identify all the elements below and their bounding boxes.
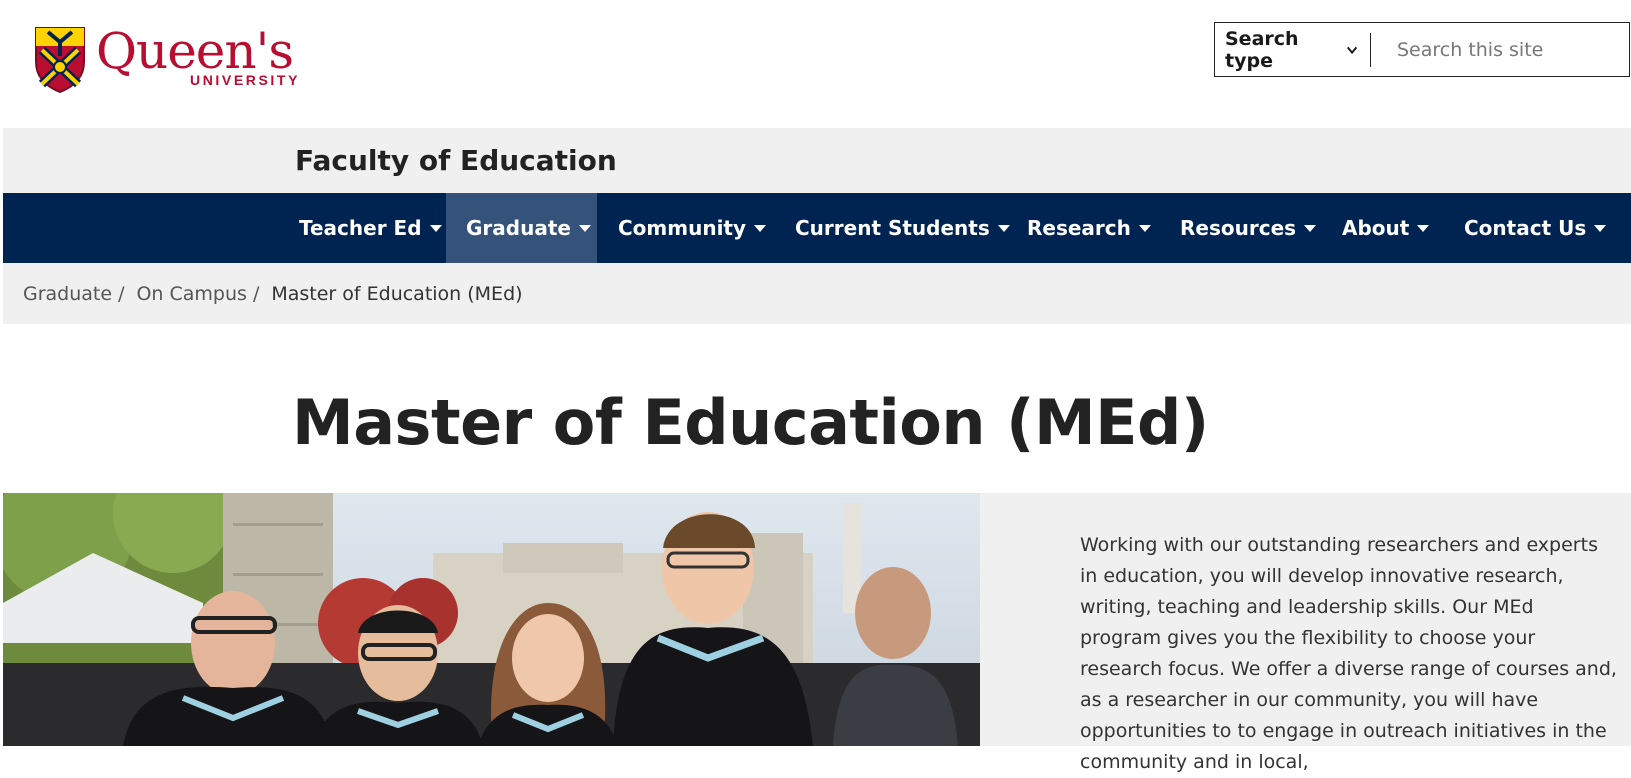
crest-icon bbox=[35, 27, 85, 94]
faculty-title[interactable]: Faculty of Education bbox=[295, 144, 617, 177]
breadcrumb-separator: / bbox=[118, 282, 125, 305]
breadcrumb-current: Master of Education (MEd) bbox=[271, 282, 523, 305]
queens-logo[interactable]: Queen's UNIVERSITY bbox=[34, 24, 300, 94]
breadcrumb-separator: / bbox=[252, 282, 260, 305]
hero-intro-text: Working with our outstanding researchers… bbox=[1080, 534, 1617, 773]
logo-name: Queen's bbox=[96, 22, 294, 80]
caret-down-icon bbox=[1138, 224, 1151, 232]
site-search: Search type bbox=[1214, 22, 1630, 77]
nav-item-label: Current Students bbox=[795, 216, 990, 240]
hero-photo bbox=[3, 493, 980, 746]
nav-item-current-students[interactable]: Current Students bbox=[777, 193, 1028, 263]
search-type-dropdown[interactable]: Search type bbox=[1215, 28, 1371, 72]
nav-item-label: Contact Us bbox=[1464, 216, 1587, 240]
wordmark: Queen's UNIVERSITY bbox=[96, 24, 300, 88]
nav-item-about[interactable]: About bbox=[1324, 193, 1447, 263]
nav-item-label: Resources bbox=[1180, 216, 1297, 240]
nav-item-label: Teacher Ed bbox=[299, 216, 422, 240]
nav-item-teacher-ed[interactable]: Teacher Ed bbox=[281, 193, 460, 263]
graduates-photo bbox=[3, 493, 980, 746]
caret-down-icon bbox=[1417, 224, 1430, 232]
nav-item-resources[interactable]: Resources bbox=[1162, 193, 1334, 263]
nav-item-label: Graduate bbox=[466, 216, 571, 240]
caret-down-icon bbox=[997, 224, 1010, 232]
search-type-label: Search type bbox=[1225, 27, 1299, 72]
caret-down-icon bbox=[754, 224, 767, 232]
caret-down-icon bbox=[578, 224, 591, 232]
breadcrumb-link-graduate[interactable]: Graduate bbox=[23, 283, 112, 305]
nav-item-graduate[interactable]: Graduate bbox=[446, 193, 597, 263]
nav-item-research[interactable]: Research bbox=[1009, 193, 1169, 263]
nav-item-contact-us[interactable]: Contact Us bbox=[1446, 193, 1624, 263]
main-nav: Teacher Ed Graduate Community Current St… bbox=[3, 193, 1631, 263]
nav-item-label: About bbox=[1342, 216, 1410, 240]
nav-item-community[interactable]: Community bbox=[600, 193, 784, 263]
faculty-band: Faculty of Education bbox=[3, 128, 1631, 193]
search-input[interactable] bbox=[1371, 37, 1629, 62]
chevron-down-icon bbox=[1346, 46, 1358, 54]
breadcrumb: Graduate / On Campus / Master of Educati… bbox=[3, 263, 1631, 324]
caret-down-icon bbox=[1594, 224, 1607, 232]
caret-down-icon bbox=[1304, 224, 1317, 232]
breadcrumb-link-on-campus[interactable]: On Campus bbox=[136, 283, 246, 305]
page-title: Master of Education (MEd) bbox=[292, 386, 1209, 459]
logo-subtitle: UNIVERSITY bbox=[190, 72, 301, 88]
nav-item-label: Community bbox=[618, 216, 747, 240]
caret-down-icon bbox=[429, 224, 442, 232]
nav-item-label: Research bbox=[1027, 216, 1131, 240]
